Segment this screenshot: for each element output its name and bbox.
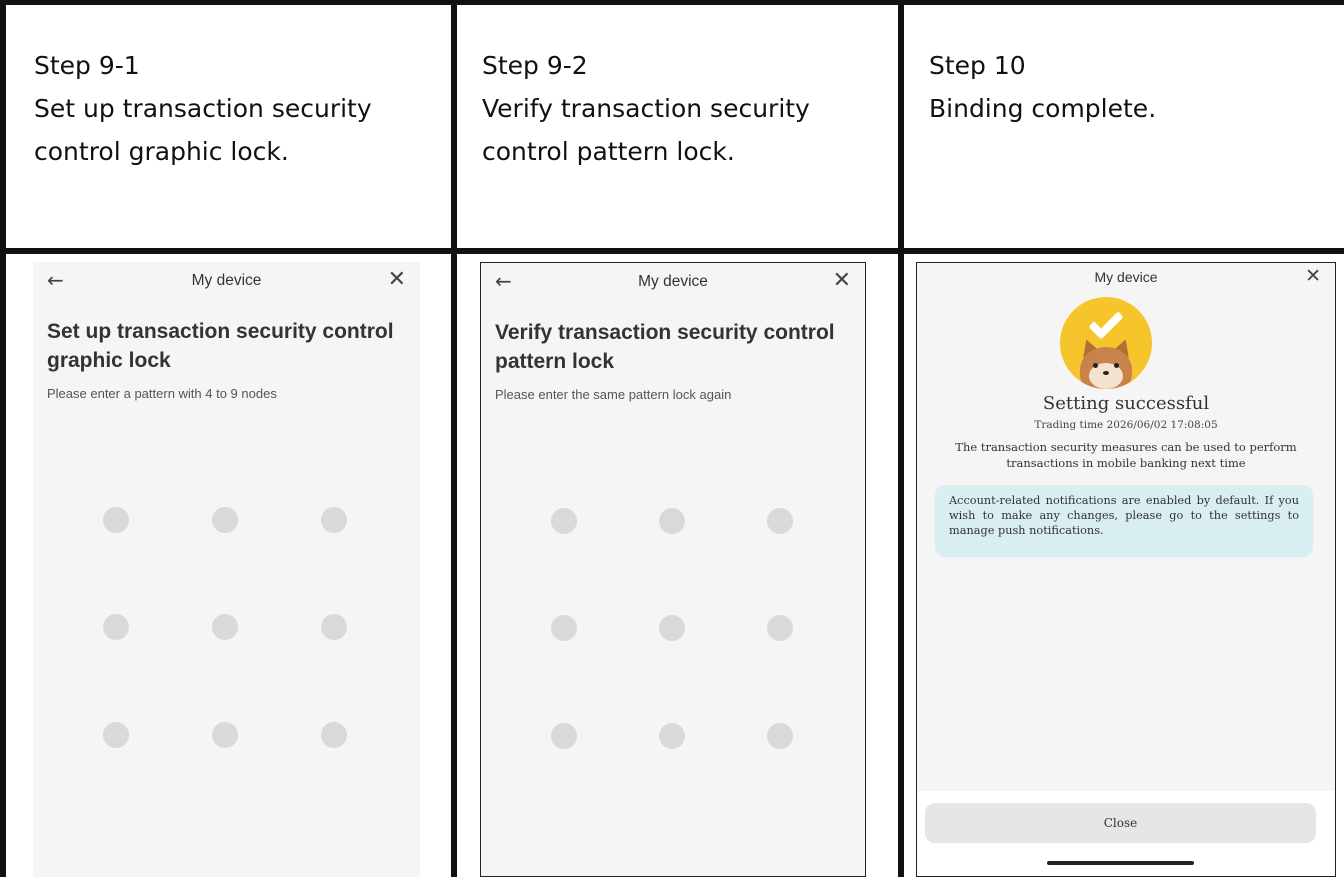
success-badge	[1060, 297, 1152, 389]
screen-header: ← My device ✕	[481, 263, 865, 301]
page-subtitle: Please enter a pattern with 4 to 9 nodes	[47, 386, 277, 401]
pattern-node[interactable]	[321, 507, 347, 533]
pattern-node[interactable]	[551, 615, 577, 641]
table-border-middle	[0, 248, 1344, 254]
screen-title: My device	[638, 273, 708, 290]
pattern-node[interactable]	[551, 508, 577, 534]
step-description: Verify transaction security control patt…	[482, 94, 810, 166]
step-header-10: Step 10 Binding complete.	[929, 44, 1329, 130]
close-icon[interactable]: ✕	[388, 267, 406, 292]
home-indicator[interactable]	[1047, 861, 1194, 865]
pattern-node[interactable]	[103, 614, 129, 640]
step-header-9-1: Step 9-1 Set up transaction security con…	[34, 44, 434, 173]
table-border-left	[0, 0, 6, 877]
close-icon[interactable]: ✕	[833, 268, 851, 293]
page-subtitle: Please enter the same pattern lock again	[495, 387, 732, 402]
mascot-nose-icon	[1103, 371, 1109, 375]
table-border-col1	[451, 0, 457, 877]
result-description: The transaction security measures can be…	[955, 440, 1297, 470]
table-border-top	[0, 0, 1344, 5]
screen-header: ← My device ✕	[33, 262, 420, 300]
pattern-node[interactable]	[659, 723, 685, 749]
step-title: Step 9-2	[482, 51, 588, 80]
notification-notice: Account-related notifications are enable…	[935, 485, 1313, 557]
pattern-node[interactable]	[103, 507, 129, 533]
pattern-node[interactable]	[659, 508, 685, 534]
step-header-9-2: Step 9-2 Verify transaction security con…	[482, 44, 882, 173]
pattern-node[interactable]	[321, 722, 347, 748]
trading-time: Trading time 2026/06/02 17:08:05	[1034, 419, 1218, 431]
phone-screen-setup-pattern: ← My device ✕ Set up transaction securit…	[33, 262, 420, 877]
mascot-eye-icon	[1093, 363, 1098, 368]
screen-title: My device	[191, 272, 262, 289]
step-description: Set up transaction security control grap…	[34, 94, 372, 166]
table-border-col2	[898, 0, 904, 877]
screen-title: My device	[1094, 269, 1158, 285]
pattern-node[interactable]	[103, 722, 129, 748]
pattern-node[interactable]	[212, 722, 238, 748]
close-icon[interactable]: ✕	[1305, 265, 1321, 287]
pattern-node[interactable]	[767, 615, 793, 641]
pattern-node[interactable]	[767, 723, 793, 749]
step-title: Step 10	[929, 51, 1026, 80]
phone-screen-verify-pattern: ← My device ✕ Verify transaction securit…	[480, 262, 866, 877]
page-heading: Set up transaction security control grap…	[47, 320, 394, 372]
mascot-eye-icon	[1114, 363, 1119, 368]
pattern-node[interactable]	[551, 723, 577, 749]
close-button[interactable]: Close	[925, 803, 1316, 843]
step-description: Binding complete.	[929, 94, 1157, 123]
checkmark-icon	[1088, 304, 1124, 340]
pattern-node[interactable]	[321, 614, 347, 640]
phone-screen-binding-complete: My device ✕ Setting successful Trading t…	[916, 262, 1336, 877]
pattern-node[interactable]	[767, 508, 793, 534]
screen-header: My device ✕	[917, 263, 1335, 301]
pattern-node[interactable]	[659, 615, 685, 641]
result-title: Setting successful	[1042, 393, 1210, 414]
page-heading: Verify transaction security control patt…	[495, 321, 835, 373]
pattern-node[interactable]	[212, 614, 238, 640]
pattern-node[interactable]	[212, 507, 238, 533]
step-title: Step 9-1	[34, 51, 140, 80]
